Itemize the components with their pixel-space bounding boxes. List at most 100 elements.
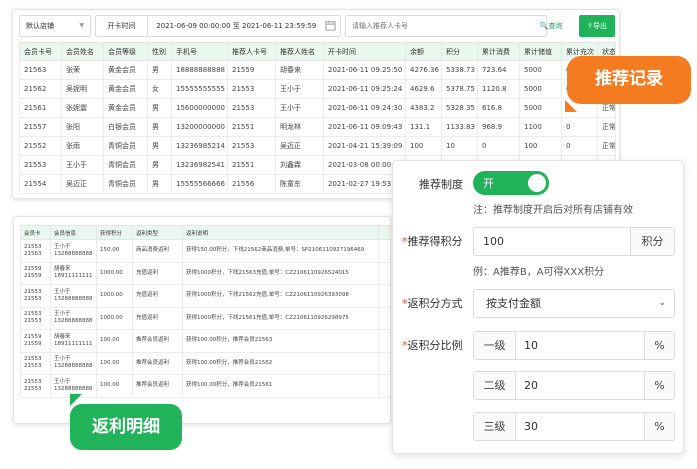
table-cell: 张雨 <box>61 136 104 156</box>
member-table-row[interactable]: 21561 张妮震 黄金会员男 15600000000 21553 王小于 2021-06-… <box>19 98 616 118</box>
cell-line: 21553 <box>24 295 42 302</box>
level-2-value: 20 <box>524 379 538 392</box>
referrer-card-search-input[interactable] <box>345 15 547 37</box>
table-cell: 明龙林 <box>275 117 324 137</box>
table-cell: 胡春来 18911111111 <box>50 261 97 285</box>
cell-line: 13288888888 <box>54 363 93 370</box>
table-cell: 获得1000积分，下线21562充值,单号：CZ2106110926393098 <box>182 284 379 308</box>
rebate-table-row[interactable]: 21553 21563 王小于 13288888888 150.00 商品消费返利 获得15… <box>20 239 390 263</box>
rebate-table-row[interactable]: 21553 21553 王小于 13288888888 100.00 推荐会员返利 获得10… <box>20 351 390 375</box>
search-button[interactable]: 🔍查询 <box>530 18 572 34</box>
level-3-value: 30 <box>524 420 538 433</box>
table-cell: 5000 <box>519 79 562 99</box>
rebate-table-header: 会员卡 会员信息 获得积分 返利类型 返利说明 <box>20 225 390 240</box>
points-label: *推荐得积分 <box>402 233 463 249</box>
table-cell <box>378 329 390 353</box>
table-cell: 21559 21559 <box>20 329 51 353</box>
table-cell: 王小于 <box>275 79 324 99</box>
badge-tail <box>70 394 92 406</box>
table-cell: 黄金会员 <box>103 98 148 118</box>
cell-line: 21553 <box>24 385 42 392</box>
table-cell: 推荐会员返利 <box>132 329 183 353</box>
table-cell: 21553 21553 <box>20 306 51 330</box>
search-button-label: 查询 <box>548 22 563 30</box>
table-cell: 1133.83 <box>441 117 478 137</box>
method-value: 按支付金额 <box>486 297 541 310</box>
member-table-row[interactable]: 21557 张阳 白银会员男 13200000000 21551 明龙林 2021-06-1… <box>19 117 616 137</box>
col-header <box>378 225 390 240</box>
table-cell: 推荐会员返利 <box>132 374 183 398</box>
rebate-table-row[interactable]: 21553 21553 王小于 13288888888 1000.00 充值返利 获得100… <box>20 284 390 308</box>
table-cell: 13236985214 <box>171 136 228 156</box>
cell-line: 胡春来 <box>54 266 71 273</box>
recommend-system-toggle[interactable]: 开 <box>473 171 549 195</box>
table-cell: 100.00 <box>96 351 133 375</box>
col-header: 推荐人卡号 <box>227 42 276 61</box>
col-header: 累计储值 <box>519 42 562 61</box>
table-cell <box>378 374 390 398</box>
table-cell: 获得100.00积分，推荐会员21563 <box>182 329 379 353</box>
points-input[interactable]: 100 积分 <box>473 227 675 256</box>
col-header: 返利说明 <box>182 225 379 240</box>
table-cell: 男 <box>147 98 172 118</box>
member-table-header: 会员卡号 会员姓名 会员等级 性别 手机号 推荐人卡号 推荐人姓名 开卡时间 余… <box>19 42 616 61</box>
level-2-ratio-input[interactable]: 二级 20 % <box>473 371 675 400</box>
table-cell: 4276.36 <box>405 60 442 80</box>
table-cell: 吴迈正 <box>61 174 104 194</box>
level-1-value: 10 <box>524 339 538 352</box>
cell-line: 21559 <box>24 340 42 347</box>
table-cell: 21553 <box>227 98 276 118</box>
member-table-row[interactable]: 21552 张雨 青铜会员男 13236985214 21553 吴迈正 2021-04-2… <box>19 136 616 156</box>
cell-line: 胡春来 <box>54 333 71 340</box>
table-cell: 1000.00 <box>96 284 133 308</box>
table-cell: 21559 21559 <box>20 261 51 285</box>
member-table-row[interactable]: 21563 张荣 黄金会员男 18888888888 21559 胡春来 2021-06-1… <box>19 60 616 80</box>
col-header: 会员信息 <box>50 225 97 240</box>
table-cell: 0 <box>561 117 598 137</box>
table-cell: 张荣 <box>61 60 104 80</box>
table-cell: 1120.8 <box>477 79 520 99</box>
level-1-ratio-input[interactable]: 一级 10 % <box>473 331 675 360</box>
table-cell: 王小于 13288888888 <box>50 284 97 308</box>
rebate-table-row[interactable]: 21553 21553 王小于 13288888888 1000.00 充值返利 获得100… <box>20 306 390 330</box>
store-select[interactable]: 默认店铺 ▼ <box>19 15 91 37</box>
date-range-label: 开卡时间 <box>96 16 148 36</box>
table-cell: 21553 <box>19 155 62 175</box>
table-cell: 21556 <box>227 174 276 194</box>
level-3-ratio-input[interactable]: 三级 30 % <box>473 412 675 441</box>
level-3-label: 三级 <box>474 413 516 440</box>
cell-line: 21553 <box>24 311 42 318</box>
rebate-table-row[interactable]: 21559 21559 胡春来 18911111111 100.00 推荐会员返利 获得10… <box>20 329 390 353</box>
table-cell: 陈童东 <box>275 174 324 194</box>
cell-line: 21559 <box>24 266 42 273</box>
table-cell: 王小于 13288888888 <box>50 306 97 330</box>
table-cell: 刘鑫霖 <box>275 155 324 175</box>
table-cell: 21553 21553 <box>20 284 51 308</box>
table-cell: 21553 21553 <box>20 351 51 375</box>
table-cell: 胡春来 <box>275 60 324 80</box>
table-cell: 2021-06-11 09:25:50 <box>323 60 406 80</box>
table-cell: 充值返利 <box>132 261 183 285</box>
col-header: 会员卡 <box>20 225 51 240</box>
table-cell: 21557 <box>19 117 62 137</box>
cell-line: 21563 <box>24 250 42 257</box>
cell-line: 13288888888 <box>54 295 93 302</box>
col-header: 开卡时间 <box>323 42 406 61</box>
table-cell: 王小于 13288888888 <box>50 351 97 375</box>
member-table-row[interactable]: 21562 吴妮明 黄金会员女 15555555555 21553 王小于 2021-06-… <box>19 79 616 99</box>
export-button[interactable]: ⇪导出 <box>579 15 615 37</box>
method-select[interactable]: 按支付金额 ⌄ <box>473 289 675 318</box>
rebate-table: 会员卡 会员信息 获得积分 返利类型 返利说明 21553 21563 王小于 132… <box>20 225 390 398</box>
table-cell: 1000.00 <box>96 261 133 285</box>
date-range-picker[interactable]: 开卡时间 2021-06-09 00:00:00 至 2021-06-11 23… <box>95 15 341 37</box>
table-cell: 黄金会员 <box>103 60 148 80</box>
table-cell: 张妮震 <box>61 98 104 118</box>
table-cell: 21559 <box>227 60 276 80</box>
table-cell: 正常 <box>597 136 616 156</box>
cell-line: 王小于 <box>54 311 71 318</box>
rebate-table-row[interactable]: 21559 21559 胡春来 18911111111 1000.00 充值返利 获得100… <box>20 261 390 285</box>
col-header: 余额 <box>405 42 442 61</box>
table-cell: 男 <box>147 155 172 175</box>
table-cell: 青铜会员 <box>103 136 148 156</box>
table-cell <box>378 284 390 308</box>
